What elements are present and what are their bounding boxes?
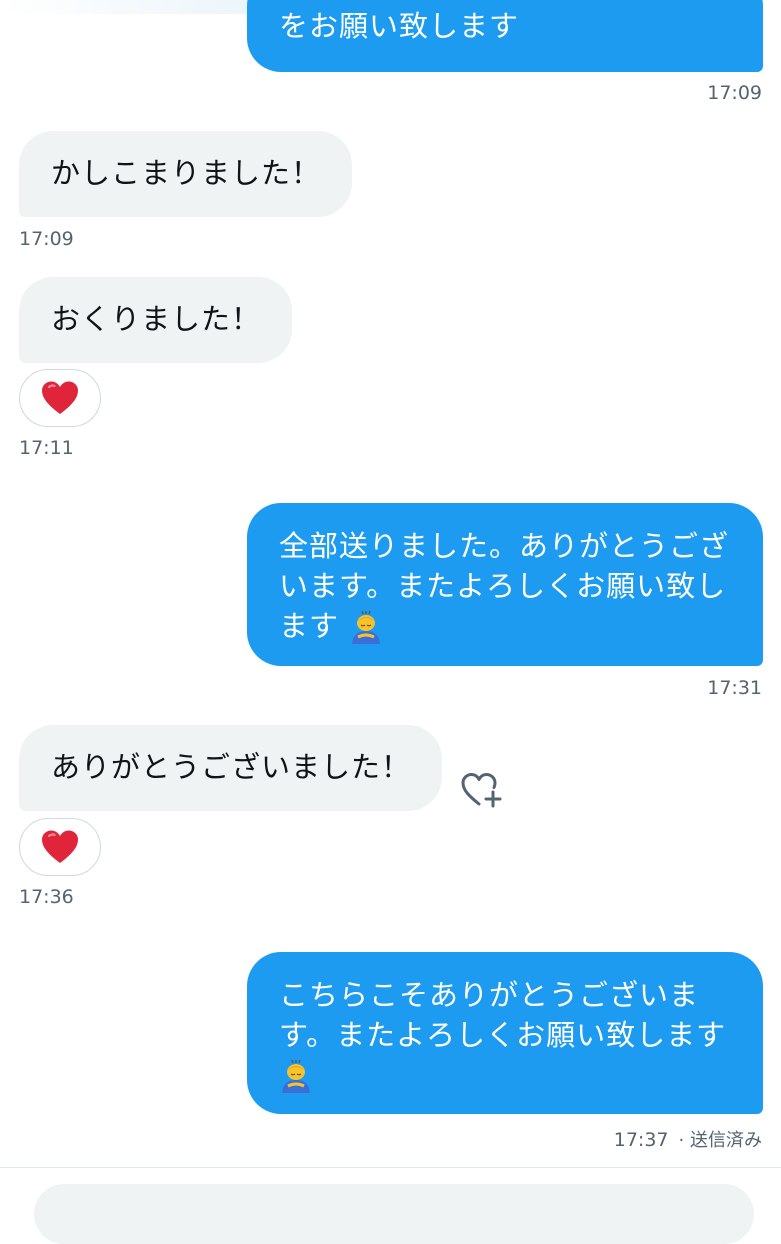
message-timestamp: 17:11	[19, 437, 74, 459]
heart-reaction[interactable]	[19, 818, 101, 876]
message-timestamp: 17:36	[19, 886, 74, 908]
message-text: をお願い致します	[279, 9, 520, 43]
message-composer-input[interactable]	[34, 1184, 754, 1244]
heart-plus-icon	[461, 773, 502, 808]
message-text: おくりました！	[51, 302, 262, 336]
person-bowing-emoji-icon	[282, 1060, 310, 1093]
message-line: 全部送りました。ありがとうござ	[279, 529, 730, 563]
message-timestamp: 17:09	[19, 228, 74, 250]
message-meta: 17:37 · 送信済み	[614, 1126, 762, 1152]
heart-emoji-icon	[42, 830, 78, 863]
message-line-last: ます	[279, 606, 733, 646]
message-line: こちらこそありがとうございま	[279, 978, 700, 1012]
message-line: す。またよろしくお願い致します	[279, 1018, 727, 1052]
outgoing-message-bubble[interactable]: をお願い致します	[247, 0, 763, 72]
message-text: ありがとうございました！	[51, 750, 412, 784]
outgoing-message-bubble[interactable]: 全部送りました。ありがとうござ います。またよろしくお願い致し ます	[247, 503, 763, 666]
add-reaction-button[interactable]	[460, 770, 504, 810]
message-line-last	[279, 1055, 733, 1095]
message-line: ます	[279, 609, 340, 643]
message-timestamp: 17:37	[613, 1129, 669, 1151]
message-timestamp: 17:31	[707, 677, 762, 699]
heart-emoji-icon	[42, 381, 78, 414]
heart-reaction[interactable]	[19, 369, 101, 427]
incoming-message-bubble[interactable]: かしこまりました！	[19, 131, 352, 217]
incoming-message-bubble[interactable]: おくりました！	[19, 277, 292, 363]
outgoing-message-bubble[interactable]: こちらこそありがとうございま す。またよろしくお願い致します	[247, 952, 763, 1114]
composer-divider	[0, 1167, 781, 1168]
sent-status: · 送信済み	[678, 1130, 762, 1151]
message-line: います。またよろしくお願い致し	[279, 569, 727, 603]
incoming-message-bubble[interactable]: ありがとうございました！	[19, 725, 442, 811]
message-text: かしこまりました！	[51, 156, 322, 190]
person-bowing-emoji-icon	[352, 611, 381, 644]
message-timestamp: 17:09	[707, 82, 762, 104]
